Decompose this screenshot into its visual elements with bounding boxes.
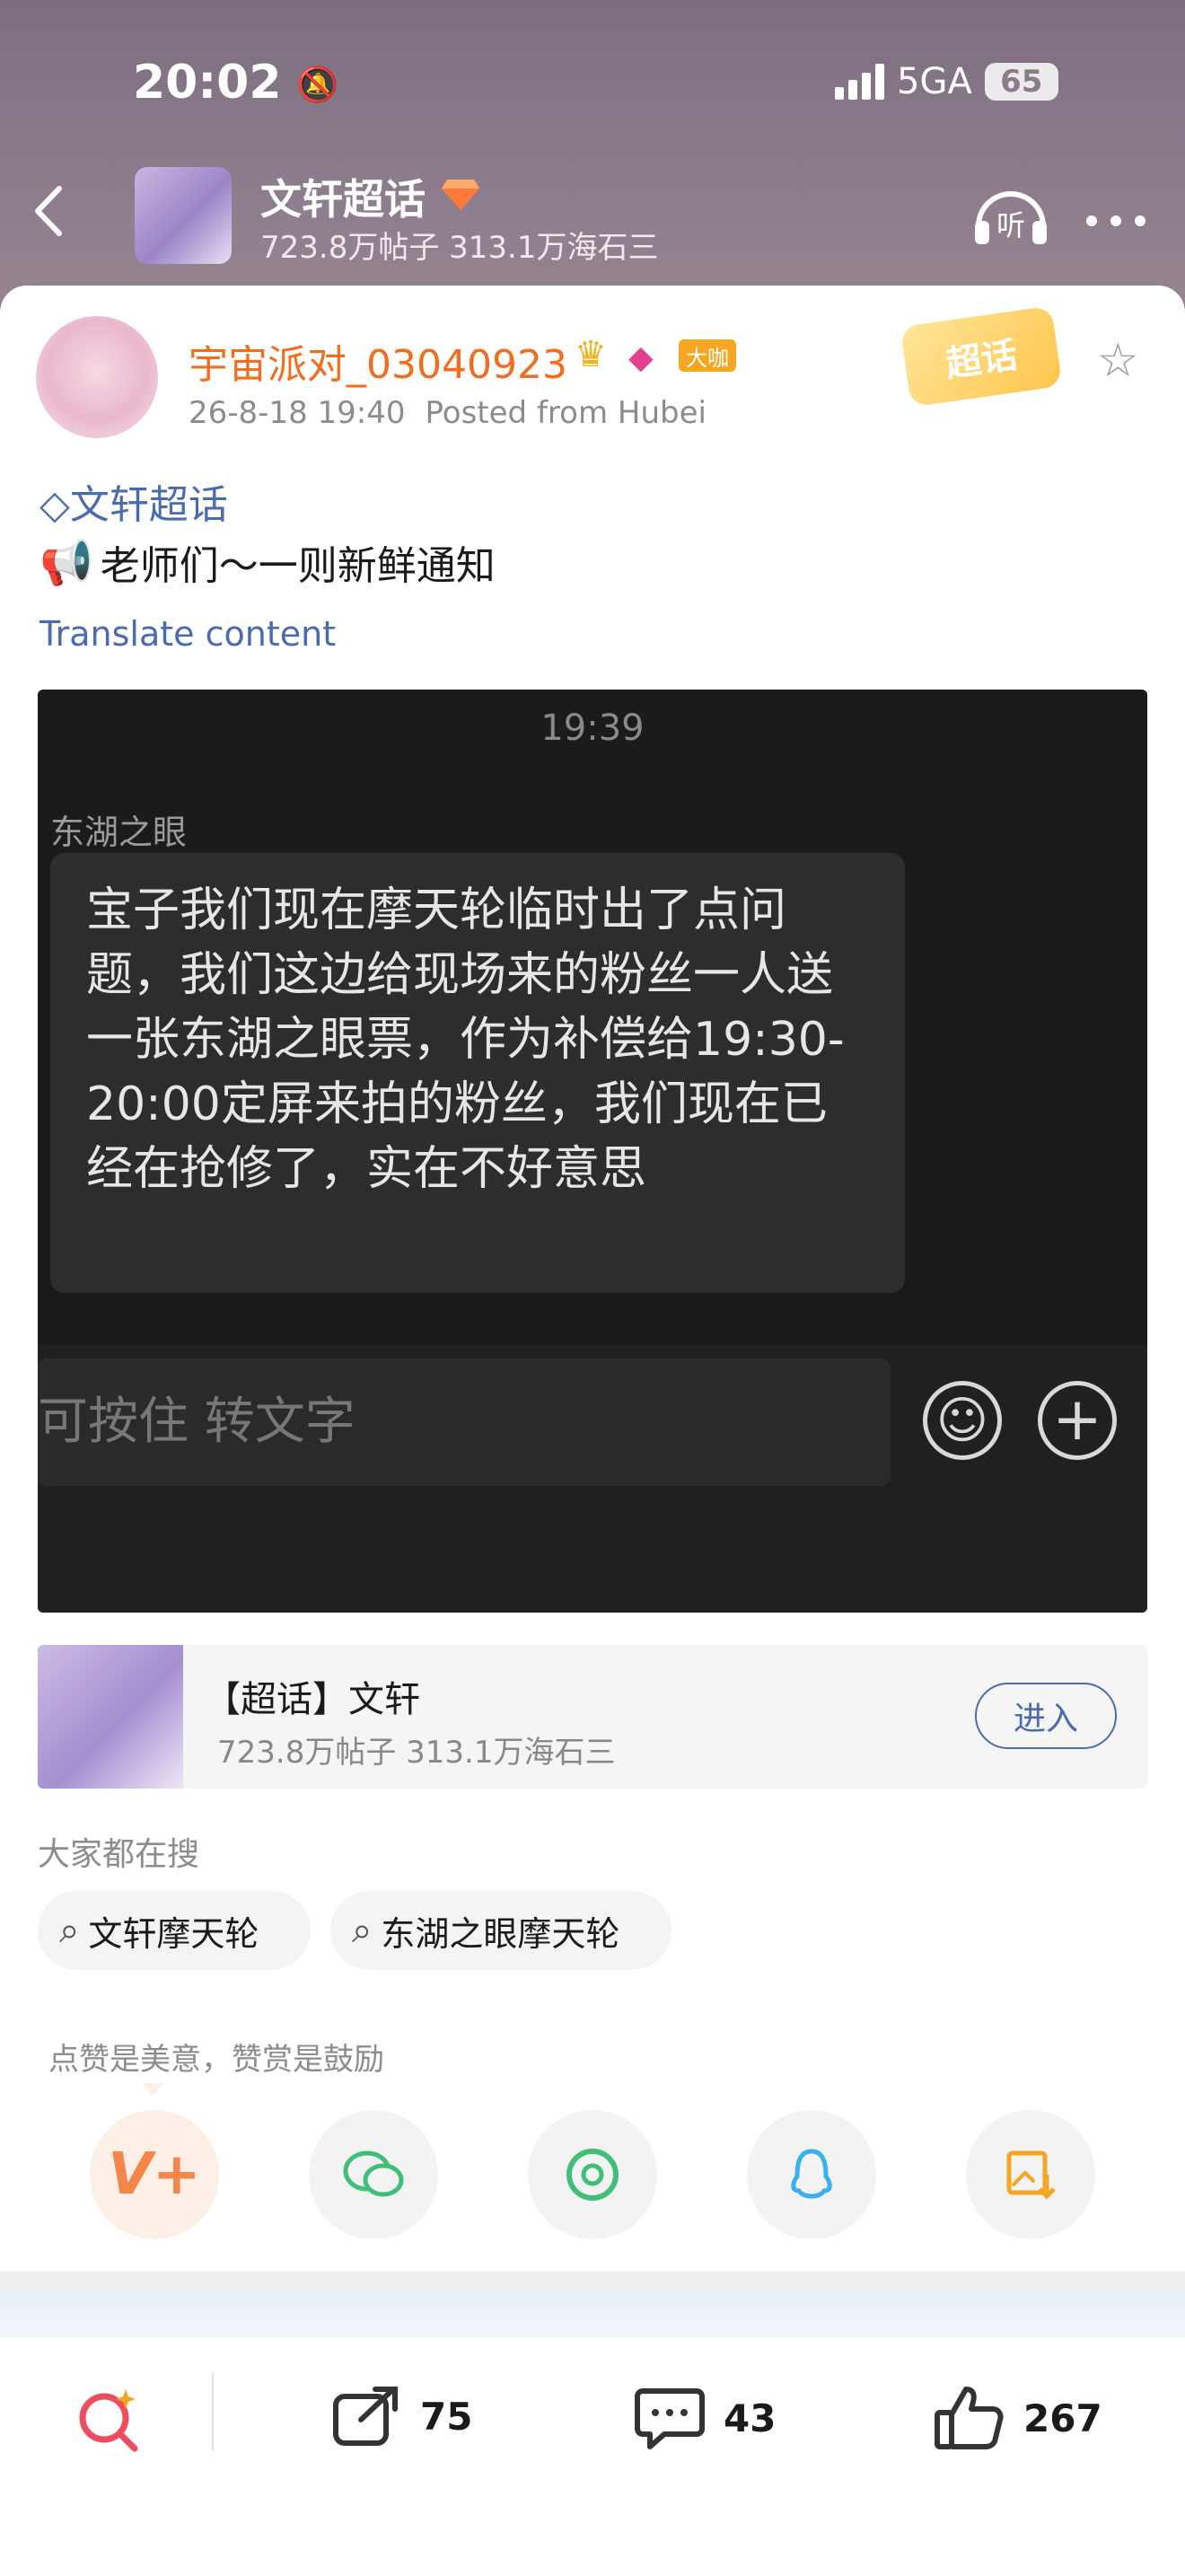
thumbs-up-icon [935, 2387, 1004, 2449]
share-icon [333, 2387, 398, 2446]
supertopic-stats: 723.8万帖子 313.1万海石三 [217, 1735, 616, 1771]
supertopic-thumbnail [38, 1645, 183, 1789]
supertopic-title: 【超话】文轩 [205, 1679, 420, 1720]
battery-icon: 65 [984, 63, 1058, 101]
listen-button[interactable]: 听 [970, 180, 1052, 250]
search-chip-label: 文轩摩天轮 [88, 1913, 259, 1954]
topic-title[interactable]: 文轩超话 [260, 167, 426, 226]
bottom-action-bar: 75 43 267 [0, 2336, 1185, 2576]
more-dots-icon [1086, 215, 1146, 226]
reward-tip: 点赞是美意，赞赏是鼓励 [48, 2042, 384, 2078]
search-icon: ⌕ [352, 1910, 373, 1951]
bar-divider [212, 2373, 214, 2450]
repost-button[interactable]: 75 [330, 2384, 472, 2449]
search-chip[interactable]: ⌕ 东湖之眼摩天轮 [330, 1891, 672, 1970]
section-divider [0, 2272, 1185, 2293]
moments-icon [566, 2149, 619, 2201]
post-text: 📢 老师们～一则新鲜通知 [40, 533, 496, 591]
topic-thumbnail[interactable] [135, 167, 232, 264]
qq-icon [791, 2149, 832, 2199]
back-button[interactable] [27, 180, 72, 242]
network-label: 5GA [897, 61, 972, 102]
image-chat-bubble: 宝子我们现在摩天轮临时出了点问题，我们这边给现场来的粉丝一人送一张东湖之眼票，作… [50, 853, 905, 1293]
next-post-preview [0, 2293, 1185, 2338]
avatar[interactable] [36, 316, 158, 438]
comment-count: 43 [724, 2396, 777, 2440]
status-indicators: 5GA 65 [835, 61, 1058, 102]
wechat-share-button[interactable] [309, 2110, 438, 2239]
ai-search-icon [79, 2389, 138, 2452]
smiley-icon: ☺ [923, 1381, 1002, 1460]
post-meta: 26-8-18 19:40 Posted from Hubei [189, 395, 707, 431]
more-button[interactable] [1084, 192, 1147, 228]
mute-bell-icon: 🔕 [296, 65, 339, 104]
search-heading: 大家都在搜 [38, 1836, 200, 1873]
battery-level: 65 [1000, 64, 1043, 100]
star-icon[interactable]: ☆ [1097, 334, 1139, 388]
ai-search-button[interactable] [72, 2384, 144, 2456]
repost-count: 75 [420, 2394, 473, 2439]
wechat-icon [343, 2150, 404, 2197]
diamond-icon: ◇ [40, 482, 70, 528]
post-text-content: 老师们～一则新鲜通知 [100, 543, 496, 589]
vip-badge: 大咖 [679, 339, 736, 372]
comment-icon [635, 2388, 705, 2449]
listen-label: 听 [996, 208, 1026, 242]
level-gem-icon: ◆ [628, 339, 654, 376]
post-image[interactable]: 19:39 东湖之眼 宝子我们现在摩天轮临时出了点问题，我们这边给现场来的粉丝一… [38, 690, 1147, 1613]
moments-share-button[interactable] [528, 2110, 657, 2239]
megaphone-icon: 📢 [40, 537, 93, 588]
save-image-icon [1006, 2150, 1056, 2200]
crown-icon: ♛ [575, 334, 607, 375]
like-count: 267 [1023, 2396, 1102, 2440]
image-chat-sender: 东湖之眼 [50, 813, 188, 852]
like-button[interactable]: 267 [934, 2384, 1102, 2452]
qq-share-button[interactable] [747, 2110, 876, 2239]
image-input-field: 可按住 转文字 [38, 1358, 891, 1486]
save-image-button[interactable] [966, 2110, 1095, 2239]
topic-link[interactable]: ◇文轩超话 [40, 472, 228, 530]
tip-caret [142, 2083, 163, 2097]
signal-icon [835, 64, 884, 100]
diamond-badge-icon [440, 176, 481, 212]
post-timestamp: 26-8-18 19:40 [189, 395, 406, 431]
comment-button[interactable]: 43 [634, 2384, 776, 2452]
topic-link-label: 文轩超话 [69, 482, 228, 528]
search-icon: ⌕ [59, 1910, 80, 1951]
supertopic-card[interactable]: 【超话】文轩 723.8万帖子 313.1万海石三 进入 [38, 1645, 1147, 1789]
topic-stats: 723.8万帖子 313.1万海石三 [260, 230, 659, 266]
reward-button[interactable]: V+ [90, 2110, 219, 2239]
search-chip-label: 东湖之眼摩天轮 [381, 1913, 620, 1954]
status-time: 20:02 [133, 56, 282, 110]
username[interactable]: 宇宙派对_03040923 [189, 332, 567, 390]
enter-button[interactable]: 进入 [975, 1683, 1117, 1749]
image-chat-time: 19:39 [540, 708, 645, 749]
chevron-left-icon [35, 186, 62, 236]
search-chip[interactable]: ⌕ 文轩摩天轮 [38, 1891, 311, 1970]
plus-icon: + [1038, 1381, 1117, 1460]
reward-v-icon: V+ [108, 2141, 201, 2208]
translate-link[interactable]: Translate content [40, 614, 336, 654]
post-location: Posted from Hubei [425, 395, 707, 431]
